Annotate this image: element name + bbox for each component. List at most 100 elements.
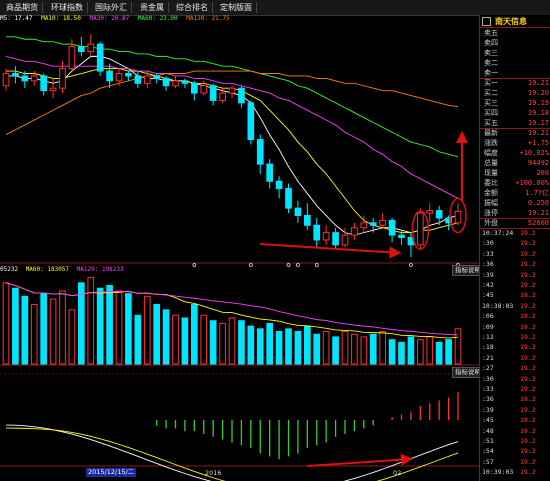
candle [200,85,208,94]
candle [304,214,311,226]
tick-time: 10:38:03 [482,301,514,310]
tick-price: 19.2 [520,301,536,310]
candle [78,46,85,52]
tick-price: 19.2 [520,364,536,373]
tick-price: 19.2 [520,416,536,425]
tick-price: 19.2 [520,395,536,404]
stat-row-7: 振幅 0.250 [480,198,550,208]
tick-time: :45 [482,416,494,425]
bid-row-4: 买四 19.18 [480,108,550,118]
stat-row-1: 涨跌 +1.75 [480,138,550,148]
candle [417,212,424,246]
bid-row-5-value: 19.17 [527,119,549,127]
tick-price: 19.2 [520,281,536,289]
candle [313,224,321,241]
tick-row: :36 19.2 [480,259,550,269]
volume-bar [351,333,358,365]
bid-row-3: 买三 19.19 [480,98,550,108]
selected-date-label: 2015/12/15/二 [86,468,137,477]
stat-row-0: 最新 19.21 [480,128,550,138]
tick-time: :09 [482,322,494,331]
tick-time: :36 [482,260,494,269]
volume-legend-value: 05232 [0,266,19,273]
panel-toggle-icon[interactable] [482,17,491,26]
tick-time: :42 [482,281,494,289]
stat-row-1-value: +1.75 [527,139,549,147]
tick-row: :51 19.2 [480,436,550,446]
volume-bar [266,322,273,365]
candle [143,75,151,84]
stat-row-2-value: +10.02% [519,149,549,157]
ask-row-3-label: 卖三 [484,49,498,57]
volume-bar [398,341,405,365]
volume-bar [388,339,396,365]
candle [2,73,10,87]
quote-panel: 南天信息 卖五 卖四 卖三 卖二 卖一 买一 19.21 买二 19.20 买三 19.19 买四 19… [479,15,550,481]
candle [59,68,66,89]
volume-bar [322,331,330,365]
stat-row-3-value: 94492 [527,159,549,167]
tick-row: :54 19.2 [480,446,550,456]
tick-price: 19.2 [520,385,536,393]
stat-row-2: 幅度 +10.02% [480,148,550,158]
candle [398,234,405,239]
tick-row: :39 19.2 [480,270,550,280]
tick-row: :45 19.2 [480,415,550,425]
downtrend-arrow-price [260,243,402,259]
candle [96,43,104,72]
volume-bar [30,303,38,365]
stat-row-5-value: +100.00% [515,179,549,187]
tick-price: 19.2 [520,447,536,456]
tick-price: 19.2 [520,239,536,248]
ask-row-1-label: 卖一 [484,69,498,77]
x-label-year: 2016 [205,469,222,477]
stat-row-4-value: 200 [536,169,549,177]
candle [332,232,339,246]
candle [68,46,76,70]
candles [2,34,462,258]
candle [106,70,113,82]
stat-row-0-label: 最新 [484,129,498,137]
volume-bar [294,331,302,365]
annotations [192,131,468,467]
candle [181,80,189,84]
tick-price: 19.2 [520,468,536,477]
tick-row: :30 19.2 [480,374,550,384]
tick-row: :57 19.2 [480,457,550,467]
tick-price: 19.2 [520,333,536,341]
candle [162,77,170,87]
candle [341,234,349,246]
tick-time: :06 [482,312,494,321]
stat-row-6: 金额 1.77亿 [480,188,550,198]
tick-price: 19.2 [520,405,536,414]
candle [191,82,198,94]
macd-bars [156,392,459,460]
volume-bar [40,293,47,365]
tick-time: :54 [482,447,494,456]
volume-bar [209,320,217,365]
volume-legend-ma120: MA120: 198233 [76,266,124,273]
tick-price: 19.2 [520,426,536,435]
tick-row: :33 19.2 [480,249,550,259]
outer-volume-row-label: 外盘 [484,219,498,227]
tick-price: 19.2 [520,343,536,352]
tick-price: 19.2 [520,374,536,383]
tick-row: :42 19.2 [480,280,550,290]
volume-bar [435,341,443,365]
tick-time: :12 [482,333,494,341]
candle [219,92,226,101]
volume-bar [172,314,179,365]
tick-row: :39 19.2 [480,405,550,415]
event-marker [409,263,413,267]
tick-price: 19.2 [520,457,536,466]
volume-bar [162,309,170,365]
volume-bar [407,336,415,365]
outer-volume-row-value: 52600 [527,219,549,227]
volume-bar [134,314,142,365]
kline-chart [0,34,479,481]
bid-row-2-label: 买二 [484,89,498,97]
tick-time: :39 [482,405,494,414]
candle [209,85,217,101]
tick-price: 19.2 [520,229,536,237]
tick-row: 10:39:03 19.2 [480,467,550,477]
